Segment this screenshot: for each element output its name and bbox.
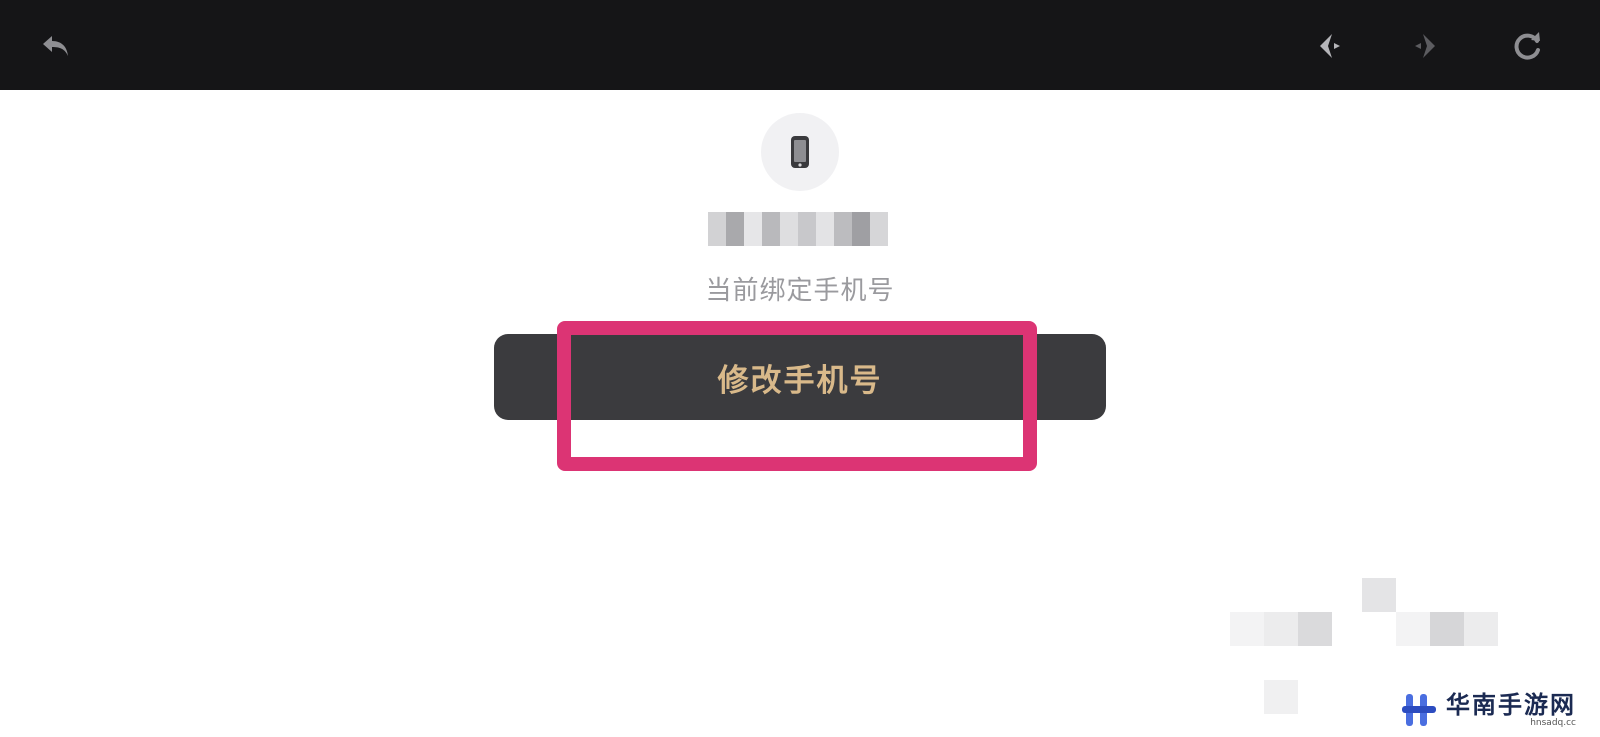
change-phone-button[interactable]: 修改手机号 xyxy=(494,334,1106,420)
site-watermark: 华南手游网 hnsadq.cc xyxy=(1400,688,1590,732)
previous-icon[interactable] xyxy=(1306,24,1350,68)
watermark-subtitle: hnsadq.cc xyxy=(1530,718,1576,728)
watermark-logo-icon xyxy=(1402,694,1436,726)
refresh-icon[interactable] xyxy=(1506,24,1550,68)
top-toolbar xyxy=(0,0,1600,90)
change-phone-button-label: 修改手机号 xyxy=(717,362,883,399)
phone-icon xyxy=(761,113,839,191)
masked-phone-number xyxy=(708,212,888,246)
back-arrow-icon[interactable] xyxy=(34,24,78,68)
watermark-title: 华南手游网 xyxy=(1446,691,1576,719)
next-icon[interactable] xyxy=(1405,24,1449,68)
bound-phone-label: 当前绑定手机号 xyxy=(705,276,895,306)
